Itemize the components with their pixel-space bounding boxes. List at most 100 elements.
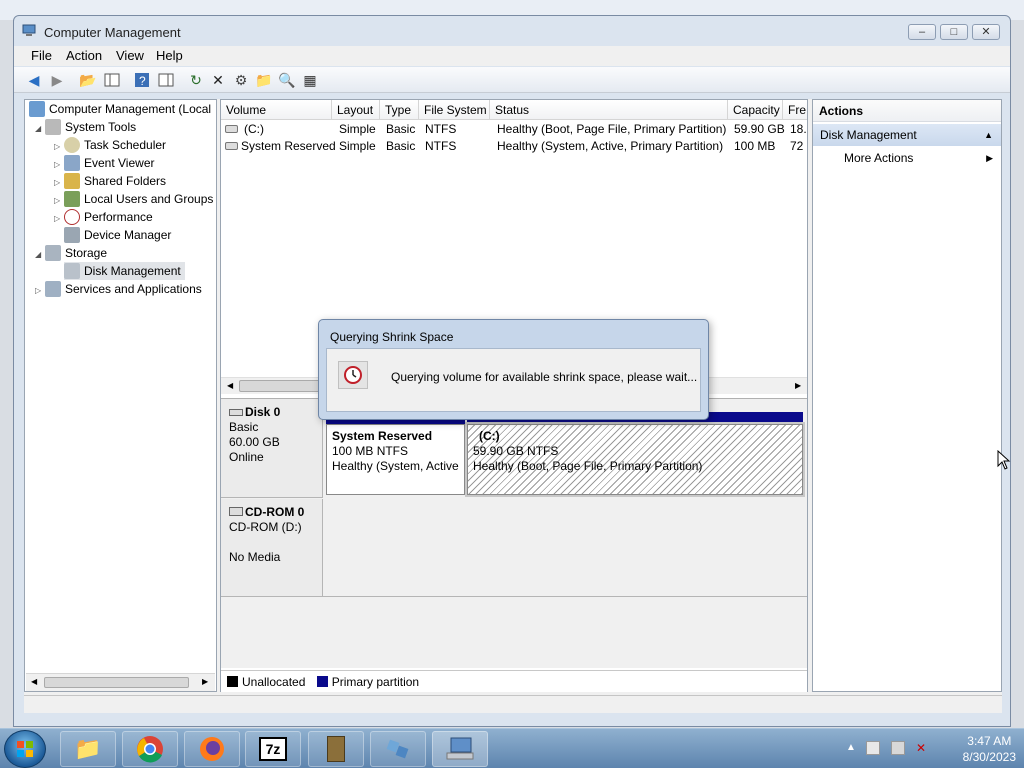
open-folder-icon[interactable]: 📁 <box>255 71 273 89</box>
taskbar-firefox[interactable] <box>184 731 240 767</box>
users-icon <box>64 191 80 207</box>
tree-item-storage[interactable]: ◢ Storage <box>35 244 107 262</box>
settings-icon[interactable]: ▦ <box>301 71 319 89</box>
actions-disk-management[interactable]: Disk Management ▲ <box>813 124 1001 146</box>
scroll-right-arrow-icon[interactable]: ▶ <box>202 677 208 686</box>
querying-shrink-space-dialog[interactable]: Querying Shrink Space Querying volume fo… <box>318 319 709 420</box>
more-actions[interactable]: More Actions ▶ <box>813 148 1001 168</box>
column-type[interactable]: Type <box>380 100 419 120</box>
delete-icon[interactable]: ✕ <box>209 71 227 89</box>
cdrom0-info[interactable]: CD-ROM 0 CD-ROM (D:) No Media <box>221 499 323 597</box>
column-free[interactable]: Fre <box>783 100 807 120</box>
tree-item-performance[interactable]: ▷ Performance <box>54 208 153 226</box>
back-icon[interactable]: ◀ <box>25 71 43 89</box>
tree-item-task-scheduler[interactable]: ▷ Task Scheduler <box>54 136 166 154</box>
search-icon[interactable]: 🔍 <box>278 71 296 89</box>
menu-view[interactable]: View <box>112 48 148 63</box>
up-folder-icon[interactable]: 📂 <box>79 71 97 89</box>
navigation-tree: Computer Management (Local ◢ System Tools… <box>24 99 217 692</box>
volume-muted-icon[interactable]: ✕ <box>916 741 930 755</box>
toolbar: ◀ ▶ 📂 ? ↻ ✕ ⚙ 📁 🔍 ▦ <box>14 67 1010 93</box>
taskbar-archive[interactable] <box>308 731 364 767</box>
clock-date: 8/30/2023 <box>962 750 1016 764</box>
disk0-name: Disk 0 <box>245 405 281 419</box>
title-bar[interactable]: Computer Management – □ ✕ <box>14 16 1010 46</box>
tree-item-local-users[interactable]: ▷ Local Users and Groups <box>54 190 213 208</box>
show-hide-tree-icon[interactable] <box>103 71 121 89</box>
volume-row[interactable]: System Reserved Simple Basic NTFS Health… <box>221 138 807 155</box>
tree-item-disk-management[interactable]: Disk Management <box>64 262 185 280</box>
performance-icon <box>64 209 80 225</box>
column-status[interactable]: Status <box>490 100 728 120</box>
collapse-arrow-icon[interactable]: ◢ <box>35 246 45 264</box>
7zip-icon: 7z <box>259 737 287 761</box>
action-center-icon[interactable] <box>866 741 880 755</box>
taskbar-installer[interactable] <box>370 731 426 767</box>
maximize-button[interactable]: □ <box>940 24 968 40</box>
volume-capacity: 59.90 GB <box>734 122 785 136</box>
show-hide-action-pane-icon[interactable] <box>157 71 175 89</box>
disk0-info[interactable]: Disk 0 Basic 60.00 GB Online <box>221 399 323 498</box>
help-icon[interactable]: ? <box>133 71 151 89</box>
partition-system-reserved[interactable]: System Reserved 100 MB NTFS Healthy (Sys… <box>326 424 465 495</box>
column-file-system[interactable]: File System <box>419 100 490 120</box>
tree-item-system-tools[interactable]: ◢ System Tools <box>35 118 136 136</box>
tree-item-computer-management[interactable]: Computer Management (Local <box>29 100 211 118</box>
partition-c[interactable]: (C:) 59.90 GB NTFS Healthy (Boot, Page F… <box>465 422 805 497</box>
show-hidden-icons[interactable]: ▲ <box>846 742 856 753</box>
network-icon[interactable] <box>891 741 905 755</box>
shared-folder-icon <box>64 173 80 189</box>
minimize-button[interactable]: – <box>908 24 936 40</box>
tree-item-device-manager[interactable]: Device Manager <box>64 226 171 244</box>
column-layout[interactable]: Layout <box>332 100 380 120</box>
menu-file[interactable]: File <box>27 48 56 63</box>
taskbar-computer-management[interactable] <box>432 731 488 767</box>
refresh-icon[interactable]: ↻ <box>187 71 205 89</box>
taskbar-7zip[interactable]: 7z <box>245 731 301 767</box>
volume-name: System Reserved <box>241 139 336 153</box>
volume-status: Healthy (System, Active, Primary Partiti… <box>497 139 724 153</box>
chrome-icon <box>137 736 163 763</box>
computer-management-icon <box>446 737 474 760</box>
volume-free: 18. <box>790 122 807 136</box>
tree-item-shared-folders[interactable]: ▷ Shared Folders <box>54 172 166 190</box>
scrollbar-thumb[interactable] <box>44 677 189 688</box>
storage-icon <box>45 245 61 261</box>
legend: Unallocated Primary partition <box>221 670 807 692</box>
tree-item-services-applications[interactable]: ▷ Services and Applications <box>35 280 202 298</box>
taskbar-chrome[interactable] <box>122 731 178 767</box>
collapse-arrow-icon[interactable]: ◢ <box>35 120 45 138</box>
forward-icon[interactable]: ▶ <box>48 71 66 89</box>
taskbar-explorer[interactable]: 📁 <box>60 731 116 767</box>
cdrom0-media: No Media <box>229 550 281 564</box>
system-clock[interactable]: 3:47 AM 8/30/2023 <box>963 733 1016 765</box>
volume-type: Basic <box>386 139 416 153</box>
actions-header: Actions <box>813 100 1001 122</box>
scrollbar-thumb[interactable] <box>239 380 329 392</box>
column-capacity[interactable]: Capacity <box>728 100 783 120</box>
collapse-up-icon[interactable]: ▲ <box>984 124 993 146</box>
expand-arrow-icon[interactable]: ▷ <box>54 210 64 228</box>
tree-horizontal-scrollbar[interactable]: ◀ ▶ <box>26 673 215 691</box>
scroll-left-arrow-icon[interactable]: ◀ <box>227 381 233 390</box>
scroll-left-arrow-icon[interactable]: ◀ <box>31 677 37 686</box>
scroll-right-arrow-icon[interactable]: ▶ <box>795 381 801 390</box>
start-button[interactable] <box>4 730 46 768</box>
disk0-state: Online <box>229 450 264 464</box>
event-viewer-icon <box>64 155 80 171</box>
cdrom-icon <box>229 507 243 516</box>
computer-management-icon <box>22 24 38 38</box>
tree-item-event-viewer[interactable]: ▷ Event Viewer <box>54 154 154 172</box>
column-volume[interactable]: Volume <box>221 100 332 120</box>
installer-icon <box>386 739 409 759</box>
volume-layout: Simple <box>339 139 376 153</box>
menu-help[interactable]: Help <box>152 48 187 63</box>
menu-action[interactable]: Action <box>62 48 106 63</box>
window-title: Computer Management <box>44 25 181 40</box>
volume-row[interactable]: (C:) Simple Basic NTFS Healthy (Boot, Pa… <box>221 121 807 138</box>
expand-arrow-icon[interactable]: ▷ <box>35 282 45 300</box>
close-button[interactable]: ✕ <box>972 24 1000 40</box>
properties-icon[interactable]: ⚙ <box>232 71 250 89</box>
clock-icon <box>338 361 368 389</box>
submenu-arrow-icon: ▶ <box>986 153 993 163</box>
